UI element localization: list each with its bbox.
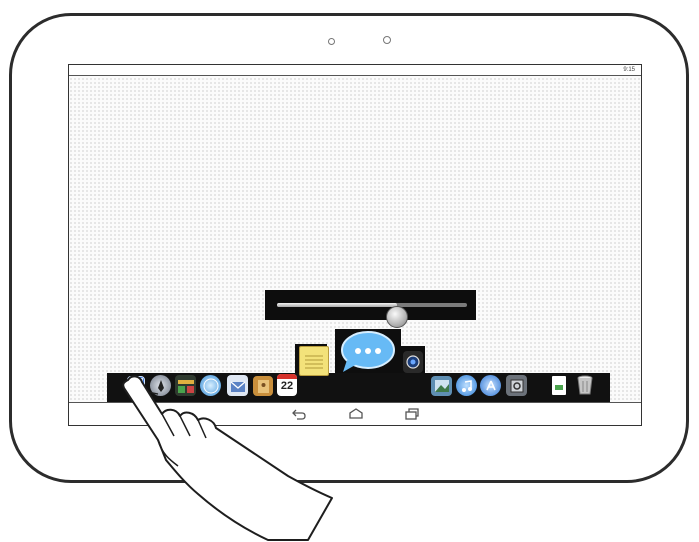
volume-slider-fill	[277, 303, 397, 307]
notes-icon[interactable]	[299, 346, 329, 376]
iphoto-icon[interactable]	[431, 376, 452, 396]
status-bar: 9:15	[69, 65, 641, 76]
volume-slider[interactable]	[277, 303, 467, 328]
system-preferences-icon[interactable]	[506, 375, 527, 396]
volume-slider-knob[interactable]	[385, 306, 408, 328]
document-icon[interactable]	[552, 376, 566, 395]
itunes-icon[interactable]	[456, 375, 477, 396]
home-icon	[349, 408, 363, 419]
front-camera-icon	[328, 38, 335, 45]
tablet-screen: 9:15 22	[68, 64, 642, 426]
status-clock: 9:15	[623, 67, 635, 73]
pointing-hand-icon	[122, 375, 333, 541]
recent-apps-button[interactable]	[404, 407, 420, 421]
volume-panel	[265, 290, 476, 328]
facetime-icon[interactable]	[403, 351, 423, 373]
home-button[interactable]	[348, 407, 364, 421]
app-store-icon[interactable]	[480, 375, 501, 396]
trash-icon[interactable]	[575, 374, 595, 396]
messages-icon[interactable]	[337, 331, 399, 373]
light-sensor-icon	[383, 36, 391, 44]
recent-apps-icon	[405, 408, 419, 420]
